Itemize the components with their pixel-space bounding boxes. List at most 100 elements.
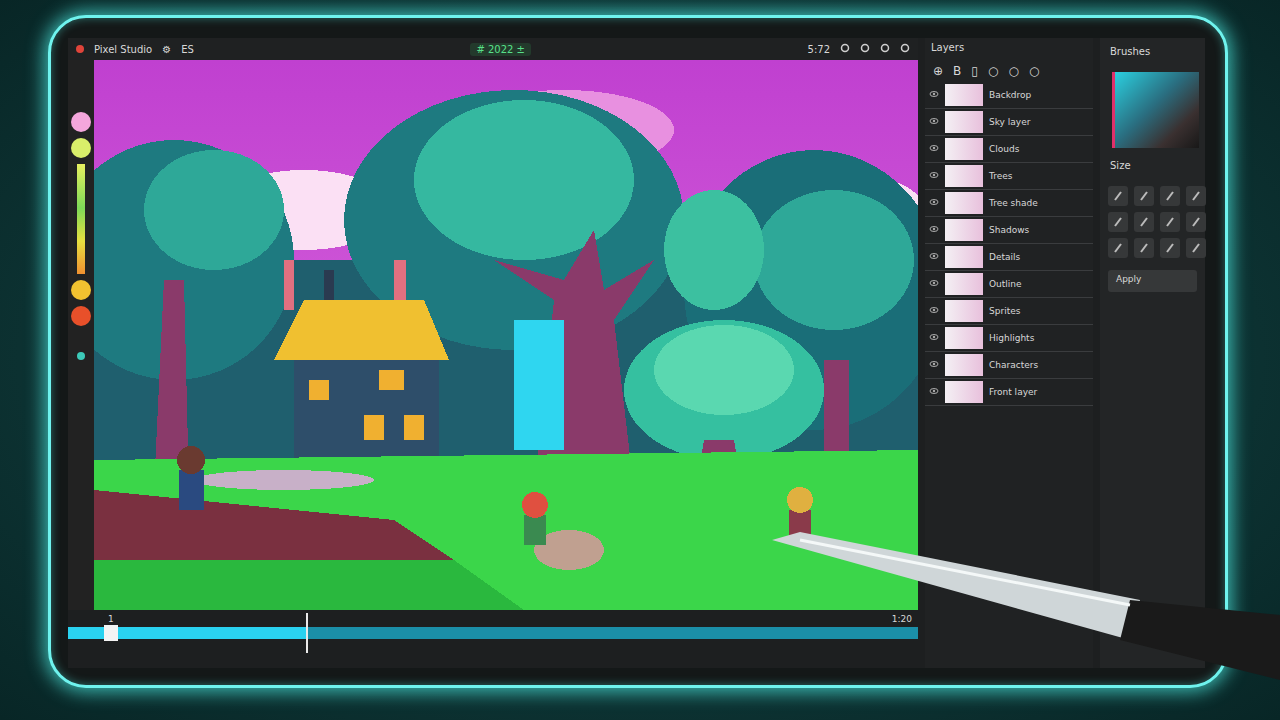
brush-button[interactable] bbox=[1160, 238, 1180, 258]
layer-name: Sprites bbox=[989, 306, 1020, 316]
layer-tool[interactable]: B bbox=[953, 64, 961, 78]
eye-icon[interactable] bbox=[929, 360, 939, 370]
close-button[interactable] bbox=[76, 45, 84, 53]
palette-swatch[interactable] bbox=[71, 280, 91, 300]
layer-name: Shadows bbox=[989, 225, 1029, 235]
palette-bar[interactable] bbox=[77, 164, 85, 274]
layer-thumbnail bbox=[945, 300, 983, 322]
color-preview[interactable] bbox=[1112, 72, 1199, 148]
layer-tool[interactable]: ▯ bbox=[971, 64, 978, 78]
tool-icon[interactable] bbox=[880, 43, 890, 55]
menu-item[interactable]: ES bbox=[181, 44, 194, 55]
layer-tool[interactable]: ○ bbox=[1008, 64, 1018, 78]
layers-panel: Layers ⊕ B ▯ ○ ○ ○ Backdrop Sky layer Clouds Trees… bbox=[925, 38, 1093, 668]
brush-button[interactable] bbox=[1160, 186, 1180, 206]
layer-tools: ⊕ B ▯ ○ ○ ○ bbox=[925, 60, 1093, 82]
layer-row[interactable]: Characters bbox=[925, 352, 1093, 379]
eye-icon[interactable] bbox=[929, 90, 939, 100]
eye-icon[interactable] bbox=[929, 225, 939, 235]
layer-name: Characters bbox=[989, 360, 1038, 370]
layer-row[interactable]: Tree shade bbox=[925, 190, 1093, 217]
tool-icon[interactable] bbox=[900, 43, 910, 55]
brush-title: Brushes bbox=[1104, 42, 1201, 64]
layer-row[interactable]: Front layer bbox=[925, 379, 1093, 406]
layer-thumbnail bbox=[945, 84, 983, 106]
layer-thumbnail bbox=[945, 246, 983, 268]
layer-thumbnail bbox=[945, 381, 983, 403]
brush-panel: BrushesSizeApply bbox=[1100, 38, 1205, 668]
layer-name: Backdrop bbox=[989, 90, 1031, 100]
brush-button[interactable] bbox=[1134, 238, 1154, 258]
eye-icon[interactable] bbox=[929, 144, 939, 154]
palette-swatch[interactable] bbox=[71, 138, 91, 158]
layer-row[interactable]: Clouds bbox=[925, 136, 1093, 163]
layer-row[interactable]: Shadows bbox=[925, 217, 1093, 244]
layer-name: Clouds bbox=[989, 144, 1019, 154]
zoom-label: 5:72 bbox=[808, 44, 830, 55]
eye-icon[interactable] bbox=[929, 279, 939, 289]
layer-name: Details bbox=[989, 252, 1020, 262]
canvas-column: Pixel Studio⚙ES# 2022 ±5:7211:20 bbox=[68, 38, 918, 668]
eye-icon[interactable] bbox=[929, 252, 939, 262]
brush-button[interactable] bbox=[1160, 212, 1180, 232]
layer-tool[interactable]: ○ bbox=[988, 64, 998, 78]
layer-row[interactable]: Details bbox=[925, 244, 1093, 271]
layer-name: Highlights bbox=[989, 333, 1034, 343]
timeline-start: 1 bbox=[108, 614, 114, 624]
layer-row[interactable]: Outline bbox=[925, 271, 1093, 298]
tool-icon[interactable] bbox=[840, 43, 850, 55]
layer-thumbnail bbox=[945, 111, 983, 133]
brush-button[interactable] bbox=[1108, 238, 1128, 258]
eye-icon[interactable] bbox=[929, 117, 939, 127]
eye-icon[interactable] bbox=[929, 306, 939, 316]
layer-thumbnail bbox=[945, 327, 983, 349]
layer-name: Front layer bbox=[989, 387, 1037, 397]
timeline-labels: 1 1:20 bbox=[68, 614, 918, 624]
palette-swatch[interactable] bbox=[71, 306, 91, 326]
canvas-area bbox=[68, 60, 918, 610]
tool-icon[interactable] bbox=[860, 43, 870, 55]
layer-name: Outline bbox=[989, 279, 1022, 289]
timeline-end: 1:20 bbox=[892, 614, 912, 624]
timeline: 1 1:20 bbox=[68, 610, 918, 668]
layer-row[interactable]: Highlights bbox=[925, 325, 1093, 352]
layer-row[interactable]: Trees bbox=[925, 163, 1093, 190]
layer-name: Sky layer bbox=[989, 117, 1030, 127]
layer-thumbnail bbox=[945, 165, 983, 187]
layer-tool[interactable]: ⊕ bbox=[933, 64, 943, 78]
apply-button[interactable]: Apply bbox=[1108, 270, 1197, 292]
brush-button[interactable] bbox=[1108, 212, 1128, 232]
layer-thumbnail bbox=[945, 273, 983, 295]
layer-row[interactable]: Sprites bbox=[925, 298, 1093, 325]
layer-thumbnail bbox=[945, 219, 983, 241]
layer-name: Trees bbox=[989, 171, 1012, 181]
app-screen: Pixel Studio⚙ES# 2022 ±5:7211:20Layers⊕B… bbox=[68, 38, 1205, 668]
brush-button[interactable] bbox=[1186, 186, 1206, 206]
brush-button[interactable] bbox=[1108, 186, 1128, 206]
brush-button[interactable] bbox=[1134, 212, 1154, 232]
brush-button[interactable] bbox=[1134, 186, 1154, 206]
frame-counter: # 2022 ± bbox=[470, 43, 531, 56]
layer-row[interactable]: Sky layer bbox=[925, 109, 1093, 136]
layer-name: Tree shade bbox=[989, 198, 1038, 208]
layer-row[interactable]: Backdrop bbox=[925, 82, 1093, 109]
brush-grid bbox=[1104, 186, 1201, 258]
frame-marker[interactable] bbox=[104, 625, 118, 641]
eye-icon[interactable] bbox=[929, 198, 939, 208]
eye-icon[interactable] bbox=[929, 333, 939, 343]
pixel-art-canvas[interactable] bbox=[94, 60, 918, 610]
layers-title: Layers bbox=[925, 38, 1093, 60]
palette-swatch[interactable] bbox=[77, 352, 85, 360]
menu-item[interactable]: ⚙ bbox=[162, 44, 171, 55]
tablet-frame: Pixel Studio⚙ES# 2022 ±5:7211:20Layers⊕B… bbox=[48, 15, 1228, 688]
layer-thumbnail bbox=[945, 192, 983, 214]
brush-button[interactable] bbox=[1186, 238, 1206, 258]
palette-swatch[interactable] bbox=[71, 112, 91, 132]
layer-tool[interactable]: ○ bbox=[1029, 64, 1039, 78]
eye-icon[interactable] bbox=[929, 387, 939, 397]
brush-button[interactable] bbox=[1186, 212, 1206, 232]
layer-thumbnail bbox=[945, 138, 983, 160]
timeline-track[interactable] bbox=[68, 627, 918, 639]
eye-icon[interactable] bbox=[929, 171, 939, 181]
playhead[interactable] bbox=[306, 613, 308, 653]
